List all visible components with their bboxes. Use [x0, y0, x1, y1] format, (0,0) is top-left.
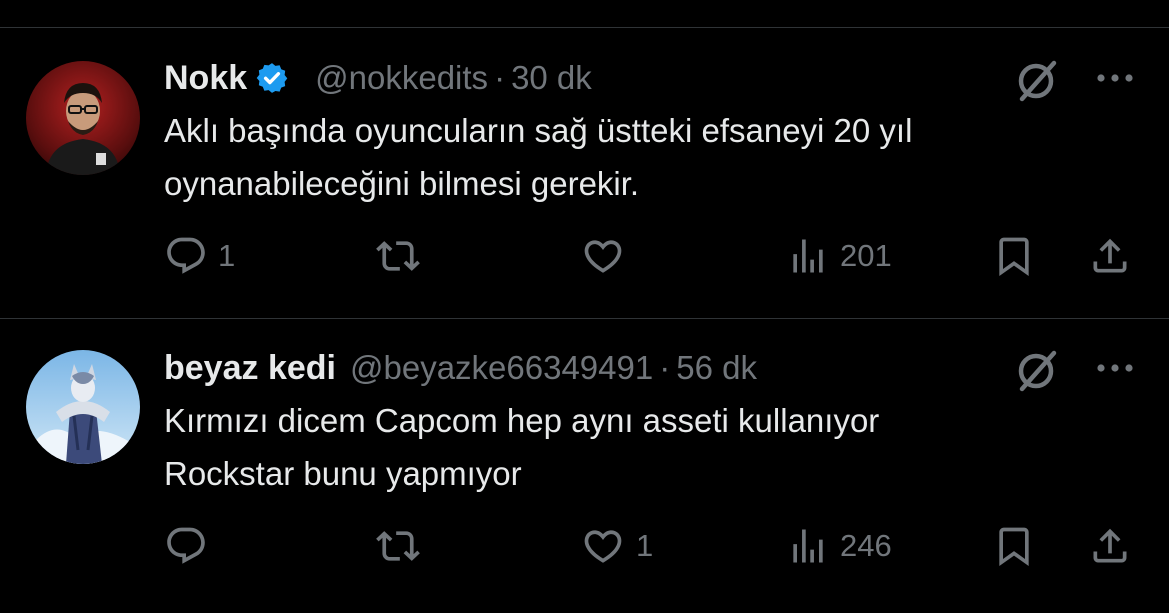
bookmark-button[interactable] [992, 234, 1036, 278]
separator-dot: · [494, 59, 506, 96]
repost-button[interactable] [374, 524, 432, 568]
handle[interactable]: @beyazke66349491 [350, 349, 653, 387]
share-icon [1093, 528, 1127, 563]
avatar[interactable] [26, 350, 140, 464]
repost-icon [376, 531, 420, 561]
bookmark-button[interactable] [992, 524, 1036, 568]
display-name[interactable]: Nokk [164, 59, 247, 98]
tweet-text: Aklı başında oyuncuların sağ üstteki efs… [164, 104, 1124, 210]
tweet-text-line: Kırmızı dicem Capcom hep aynı asseti kul… [164, 402, 880, 439]
views-count: 201 [840, 238, 892, 273]
more-icon[interactable] [1094, 356, 1136, 389]
tweet-text-line: Aklı başında oyuncuların sağ üstteki efs… [164, 112, 913, 149]
tweet-header: beyaz kedi @beyazke66349491 · 56 dk [164, 346, 757, 390]
verified-badge-icon [255, 61, 289, 95]
reply-icon [167, 527, 205, 564]
like-count: 1 [636, 528, 654, 563]
reply-button[interactable]: 1 [164, 234, 235, 278]
grok-icon[interactable] [1014, 348, 1060, 399]
tweet-2[interactable]: beyaz kedi @beyazke66349491 · 56 dk Kırm… [0, 319, 1169, 613]
reply-count: 1 [218, 238, 236, 273]
avatar[interactable] [26, 61, 140, 175]
views-button[interactable]: 246 [786, 524, 892, 568]
tweet-text-line: Rockstar bunu yapmıyor [164, 455, 522, 492]
display-name[interactable]: beyaz kedi [164, 349, 336, 388]
bookmark-icon [999, 527, 1029, 567]
reply-button[interactable] [164, 524, 218, 568]
tweet-1[interactable]: Nokk @nokkedits · 30 dk Aklı başında oyu… [0, 0, 1169, 318]
grok-icon[interactable] [1014, 58, 1060, 109]
tweet-text: Kırmızı dicem Capcom hep aynı asseti kul… [164, 394, 1124, 500]
more-icon[interactable] [1094, 66, 1136, 99]
heart-icon [584, 530, 622, 563]
separator-dot: · [659, 349, 671, 386]
repost-icon [376, 241, 420, 271]
handle[interactable]: @nokkedits [315, 59, 488, 97]
repost-button[interactable] [374, 234, 432, 278]
bookmark-icon [999, 237, 1029, 277]
tweet-text-line: oynanabileceğini bilmesi gerekir. [164, 165, 640, 202]
views-button[interactable]: 201 [786, 234, 892, 278]
like-button[interactable]: 1 [580, 524, 653, 568]
heart-icon [584, 240, 622, 273]
views-icon [793, 239, 823, 273]
share-button[interactable] [1088, 524, 1132, 568]
views-count: 246 [840, 528, 892, 563]
reply-icon [167, 237, 205, 274]
timestamp[interactable]: 56 dk [676, 349, 757, 387]
like-button[interactable] [580, 234, 636, 278]
share-icon [1093, 238, 1127, 273]
views-icon [793, 529, 823, 563]
timestamp[interactable]: 30 dk [511, 59, 592, 97]
tweet-header: Nokk @nokkedits · 30 dk [164, 56, 592, 100]
share-button[interactable] [1088, 234, 1132, 278]
